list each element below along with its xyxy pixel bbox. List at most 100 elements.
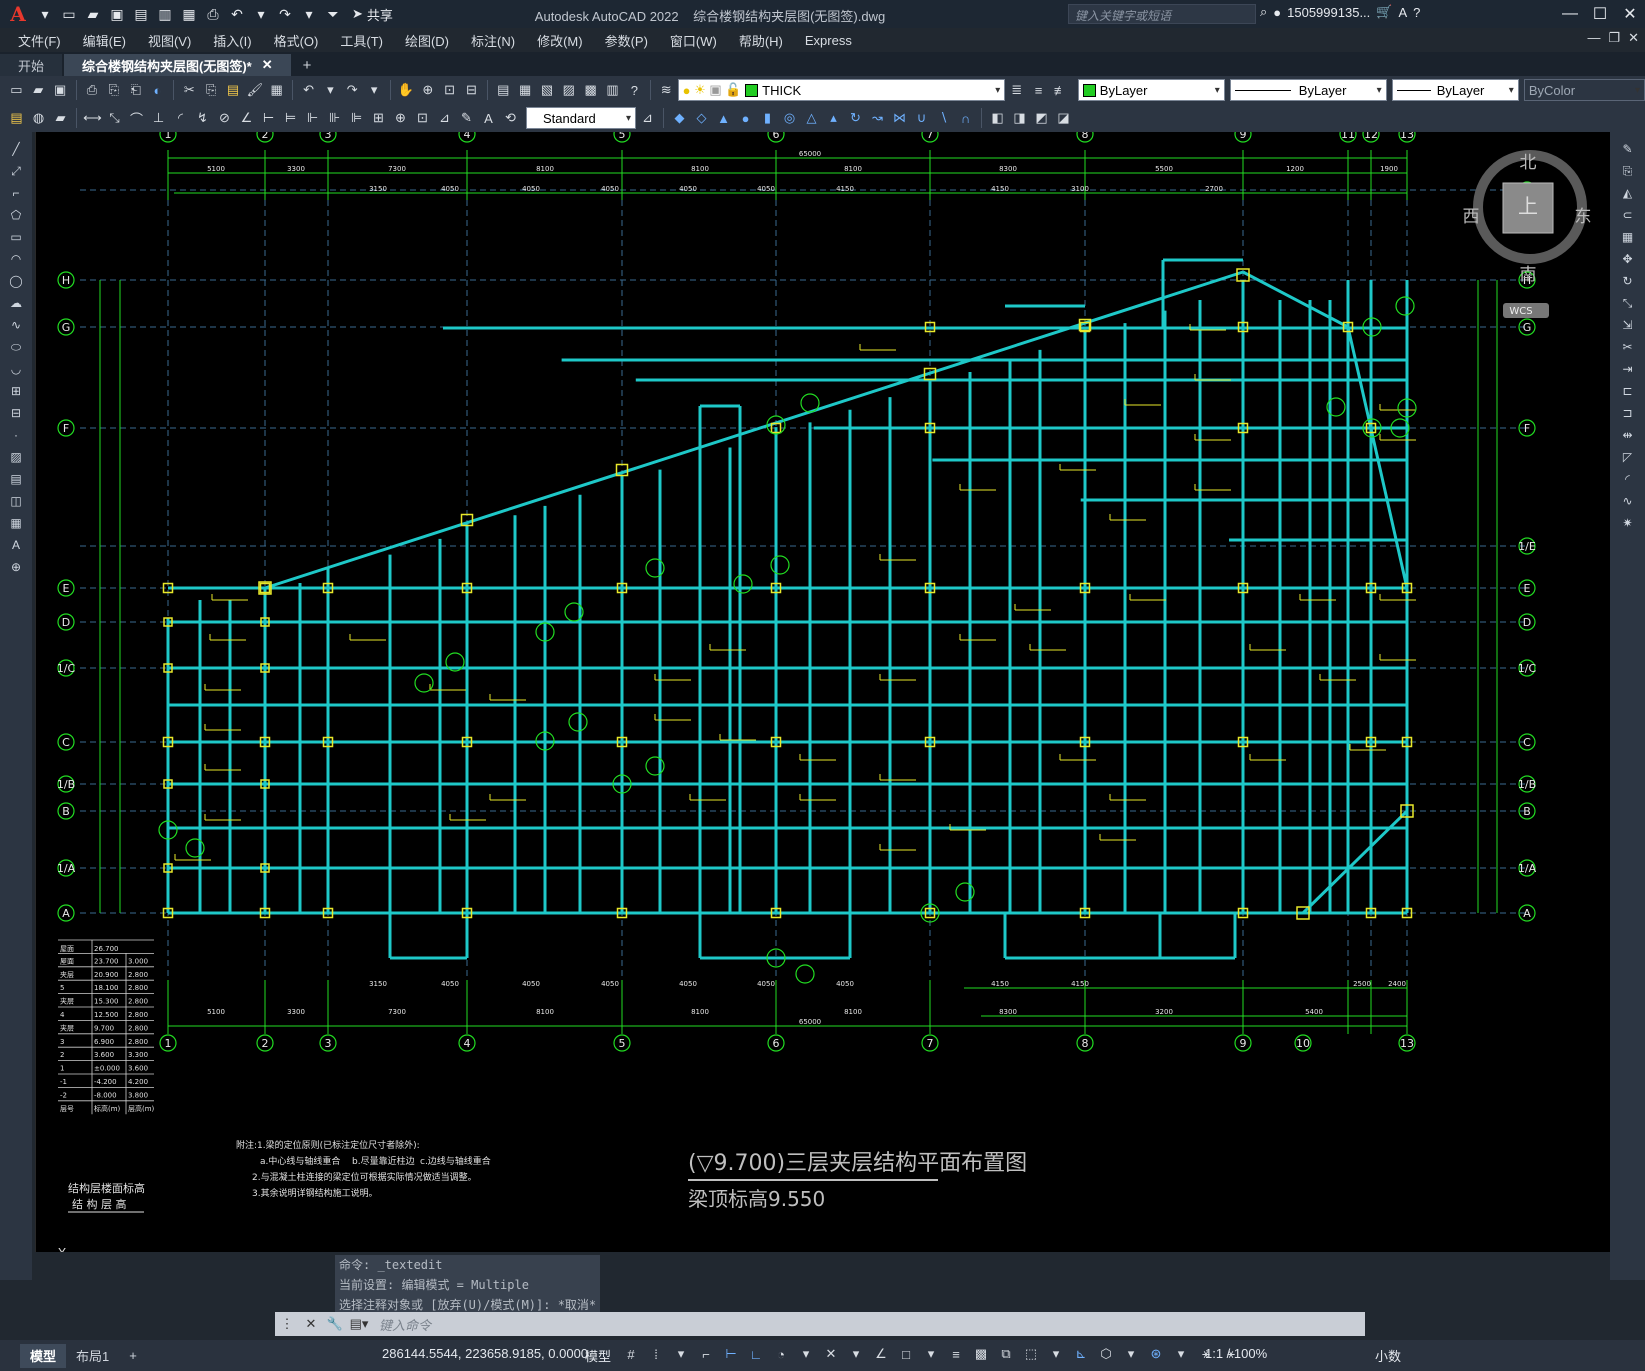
maximize-icon[interactable]: ☐ (1585, 0, 1615, 28)
bulb-icon[interactable]: ● (683, 83, 691, 98)
copy-object-icon[interactable]: ⎘ (1617, 162, 1639, 180)
help-icon[interactable]: ? (1413, 5, 1420, 20)
annotation-visibility-icon[interactable]: ⊛ (1145, 1343, 1167, 1365)
viewcube[interactable]: 上 北 南 东 西 WCS (1463, 150, 1592, 318)
subtract-icon[interactable]: ∖ (933, 108, 954, 129)
viewcube-west-label[interactable]: 西 (1463, 207, 1480, 227)
center-mark-icon[interactable]: ⊕ (390, 108, 411, 129)
properties-icon[interactable]: ▤ (493, 80, 514, 101)
design-center-icon[interactable]: ▦ (515, 80, 536, 101)
text-style-dropdown[interactable]: Standard (526, 107, 636, 129)
isodraft-dropdown-icon[interactable]: ▾ (845, 1343, 867, 1365)
dim-radius-icon[interactable]: ◜ (170, 108, 191, 129)
tab-start[interactable]: 开始 (0, 54, 63, 76)
insert-block-icon[interactable]: ⊞ (5, 382, 27, 400)
union-icon[interactable]: ∪ (911, 108, 932, 129)
menu-modify[interactable]: 修改(M) (529, 31, 597, 50)
viewcube-north-label[interactable]: 北 (1520, 153, 1537, 173)
break-icon[interactable]: ⊐ (1617, 404, 1639, 422)
3d-wedge-icon[interactable]: ◇ (691, 108, 712, 129)
revision-cloud-icon[interactable]: ☁ (5, 294, 27, 312)
menu-format[interactable]: 格式(O) (266, 31, 333, 50)
menu-help[interactable]: 帮助(H) (731, 31, 797, 50)
match-properties-icon[interactable]: 🖌 (244, 80, 265, 101)
rotate-icon[interactable]: ↻ (1617, 272, 1639, 290)
3d-pyramid-icon[interactable]: △ (801, 108, 822, 129)
viewcube-east-label[interactable]: 东 (1575, 207, 1592, 227)
zoom-realtime-icon[interactable]: ⊕ (417, 80, 438, 101)
doc-restore-icon[interactable]: ❐ (1608, 30, 1620, 46)
menu-draw[interactable]: 绘图(D) (397, 31, 463, 50)
annotation-dropdown-icon[interactable]: ▾ (1170, 1343, 1192, 1365)
extend-icon[interactable]: ⇥ (1617, 360, 1639, 378)
wcs-label[interactable]: WCS (1509, 306, 1532, 317)
regen-icon[interactable]: ▰ (50, 108, 71, 129)
intersect-icon[interactable]: ∩ (955, 108, 976, 129)
break-at-point-icon[interactable]: ⊏ (1617, 382, 1639, 400)
view-top-icon[interactable]: ◧ (987, 108, 1008, 129)
dim-style-icon[interactable]: ⊿ (637, 108, 658, 129)
close-icon[interactable]: ✕ (1615, 0, 1645, 28)
close-command-icon[interactable]: ✕ (299, 1316, 323, 1332)
layout-tab-layout1[interactable]: 布局1 (66, 1344, 119, 1368)
command-line[interactable]: ⋮ ✕ 🔧 ▤▾ 键入命令 (275, 1312, 1365, 1336)
dim-baseline-icon[interactable]: ⊨ (280, 108, 301, 129)
loft-icon[interactable]: ⋈ (889, 108, 910, 129)
redo-icon[interactable]: ↷ (274, 3, 296, 25)
linetype-dropdown[interactable]: ByLayer (1229, 79, 1387, 101)
drawing-canvas[interactable]: 65000 65000 5100 3300 7300 8100 8100 8100 8300 55… (35, 132, 1610, 1252)
tool-palettes-icon[interactable]: ▧ (537, 80, 558, 101)
new-tab-button[interactable]: + (293, 55, 322, 76)
add-selected-icon[interactable]: ⊕ (5, 558, 27, 576)
layer-previous-icon[interactable]: ≡ (1028, 80, 1049, 101)
menu-dimension[interactable]: 标注(N) (463, 31, 529, 50)
infer-constraints-icon[interactable]: ⌐ (695, 1343, 717, 1365)
model-space-toggle[interactable]: 模型 (585, 1346, 611, 1365)
3d-cone-icon[interactable]: ▲ (713, 108, 734, 129)
redo-icon[interactable]: ↷ (342, 80, 363, 101)
layout-tab-model[interactable]: 模型 (20, 1343, 67, 1368)
redraw-icon[interactable]: ◍ (28, 108, 49, 129)
scale-icon[interactable]: ⤡ (1617, 294, 1639, 312)
undo-dropdown-icon[interactable]: ▾ (320, 80, 341, 101)
autodesk-app-icon[interactable]: A (1398, 5, 1407, 20)
circle-icon[interactable]: ◯ (5, 272, 27, 290)
menu-view[interactable]: 视图(V) (140, 31, 205, 50)
dim-jogged-icon[interactable]: ↯ (192, 108, 213, 129)
new-file-icon[interactable]: ▭ (58, 3, 80, 25)
sheet-set-icon[interactable]: ▨ (558, 80, 579, 101)
add-layout-button[interactable]: + (119, 1344, 147, 1368)
zoom-previous-icon[interactable]: ⊟ (461, 80, 482, 101)
menu-tools[interactable]: 工具(T) (332, 31, 397, 50)
extrude-icon[interactable]: ▴ (823, 108, 844, 129)
3d-cylinder-icon[interactable]: ▮ (757, 108, 778, 129)
autocad-logo-icon[interactable]: A (4, 1, 32, 27)
doc-minimize-icon[interactable]: — (1587, 30, 1600, 46)
markup-icon[interactable]: ▩ (580, 80, 601, 101)
snap-icon[interactable]: ⁞ (645, 1343, 667, 1365)
polygon-icon[interactable]: ⬠ (5, 206, 27, 224)
units-dropdown[interactable]: 小数 (1375, 1346, 1401, 1365)
sweep-icon[interactable]: ↝ (867, 108, 888, 129)
paste-icon[interactable]: ▤ (223, 80, 244, 101)
polyline-icon[interactable]: ⌐ (5, 184, 27, 202)
help-icon[interactable]: ? (624, 80, 645, 101)
point-icon[interactable]: · (5, 426, 27, 444)
recent-commands-icon[interactable]: ▤▾ (347, 1316, 371, 1332)
draw-order-icon[interactable]: ▤ (6, 108, 27, 129)
viewcube-south-label[interactable]: 南 (1520, 265, 1537, 285)
erase-icon[interactable]: ✎ (1617, 140, 1639, 158)
coordinates-readout[interactable]: 286144.5544, 223658.9185, 0.0000 (382, 1346, 588, 1361)
join-icon[interactable]: ⇹ (1617, 426, 1639, 444)
menu-parametric[interactable]: 参数(P) (597, 31, 662, 50)
dim-aligned-icon[interactable]: ⤡ (104, 108, 125, 129)
grid-icon[interactable]: # (620, 1343, 642, 1365)
rectangle-icon[interactable]: ▭ (5, 228, 27, 246)
dim-continue-icon[interactable]: ⊩ (302, 108, 323, 129)
3d-osnap-icon[interactable]: ⬚ (1020, 1343, 1042, 1365)
chamfer-icon[interactable]: ◸ (1617, 448, 1639, 466)
view-iso-icon[interactable]: ◩ (1031, 108, 1052, 129)
inspect-icon[interactable]: ⊡ (412, 108, 433, 129)
dropdown-chevron-icon[interactable]: ▾ (34, 3, 56, 25)
offset-icon[interactable]: ⊂ (1617, 206, 1639, 224)
